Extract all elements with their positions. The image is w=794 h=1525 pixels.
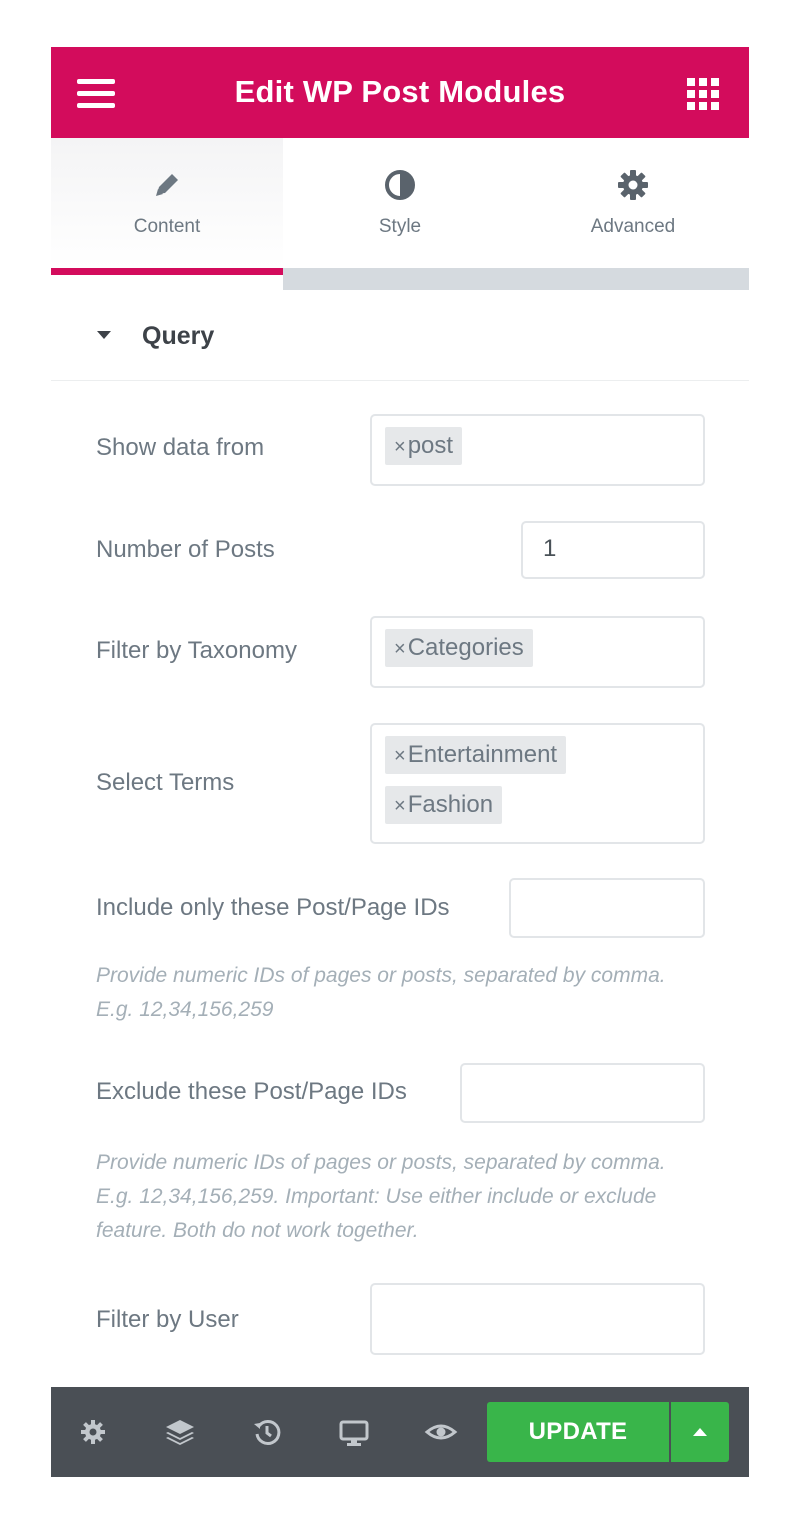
tag-remove-icon[interactable]: × — [394, 638, 406, 660]
tag-remove-icon[interactable]: × — [394, 795, 406, 817]
editor-panel: Edit WP Post Modules Content Style Advan… — [51, 47, 749, 1477]
tab-content[interactable]: Content — [51, 138, 283, 268]
section-title: Query — [142, 322, 215, 350]
include-ids-input[interactable] — [509, 878, 705, 938]
tag-label: Categories — [407, 634, 524, 661]
panel-header: Edit WP Post Modules — [51, 47, 749, 138]
select-terms-select[interactable]: ×Entertainment ×Fashion — [370, 723, 705, 844]
show-data-from-label: Show data from — [96, 434, 265, 461]
tag-post: ×post — [385, 427, 463, 465]
tab-advanced-label: Advanced — [590, 216, 676, 237]
filter-by-user-select[interactable] — [370, 1283, 705, 1355]
tab-style[interactable]: Style — [284, 138, 516, 268]
exclude-ids-label: Exclude these Post/Page IDs — [96, 1078, 407, 1105]
tag-remove-icon[interactable]: × — [394, 436, 406, 458]
tab-style-label: Style — [378, 216, 422, 237]
include-ids-label: Include only these Post/Page IDs — [96, 894, 450, 921]
tag-entertainment: ×Entertainment — [385, 736, 567, 774]
pencil-icon — [51, 168, 283, 202]
tag-label: post — [407, 432, 454, 459]
update-button[interactable]: UPDATE — [487, 1402, 669, 1462]
gear-icon — [517, 168, 749, 202]
number-of-posts-label: Number of Posts — [96, 536, 275, 563]
layers-icon[interactable] — [163, 1415, 197, 1449]
grid-apps-icon[interactable] — [687, 78, 719, 110]
update-options-caret-icon[interactable] — [671, 1402, 729, 1462]
include-ids-help: Provide numeric IDs of pages or posts, s… — [96, 964, 666, 1021]
tag-fashion: ×Fashion — [385, 786, 503, 824]
exclude-ids-input[interactable] — [460, 1063, 705, 1123]
show-data-from-select[interactable]: ×post — [370, 414, 705, 486]
history-icon[interactable] — [250, 1415, 284, 1449]
section-query-toggle[interactable]: Query — [51, 300, 749, 381]
active-tab-indicator — [51, 268, 283, 290]
settings-gear-icon[interactable] — [76, 1415, 110, 1449]
panel-footer: UPDATE — [51, 1387, 749, 1477]
tab-advanced[interactable]: Advanced — [517, 138, 749, 268]
tag-categories: ×Categories — [385, 629, 533, 667]
tab-indicator-strip — [51, 268, 749, 290]
filter-by-taxonomy-select[interactable]: ×Categories — [370, 616, 705, 688]
select-terms-label: Select Terms — [96, 769, 235, 796]
number-of-posts-input[interactable]: 1 — [521, 521, 705, 579]
caret-down-icon — [97, 331, 111, 339]
panel-title: Edit WP Post Modules — [234, 74, 566, 109]
contrast-half-circle-icon — [284, 168, 516, 202]
tab-content-label: Content — [133, 216, 201, 237]
filter-by-user-label: Filter by User — [96, 1306, 239, 1333]
tag-label: Entertainment — [407, 741, 558, 768]
tag-remove-icon[interactable]: × — [394, 745, 406, 767]
responsive-desktop-icon[interactable] — [337, 1415, 371, 1449]
preview-eye-icon[interactable] — [424, 1415, 458, 1449]
tag-label: Fashion — [407, 791, 494, 818]
exclude-ids-help: Provide numeric IDs of pages or posts, s… — [96, 1151, 666, 1242]
filter-by-taxonomy-label: Filter by Taxonomy — [96, 637, 297, 664]
